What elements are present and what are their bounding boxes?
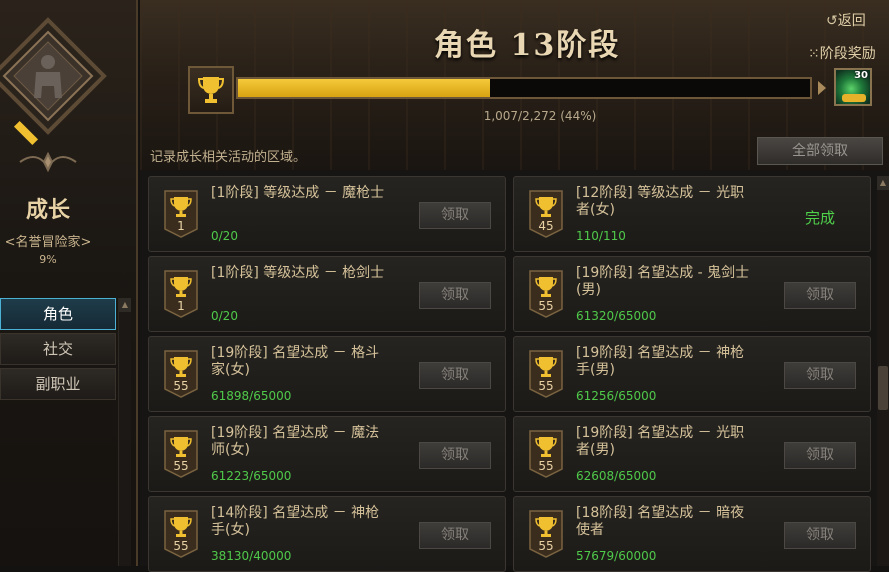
claim-button[interactable]: 领取 [419, 202, 491, 229]
nav-item-character[interactable]: 角色 [0, 298, 116, 330]
task-progress: 61223/65000 [211, 469, 292, 483]
task-card: 55 [19阶段] 名望达成 － 光职者(男) 62608/65000 领取 [513, 416, 871, 492]
stage-reward-label: 阶段奖励 [819, 46, 876, 62]
task-progress: 110/110 [576, 229, 626, 243]
task-level: 1 [177, 219, 185, 233]
task-level-badge: 55 [163, 349, 199, 399]
task-level: 55 [173, 459, 189, 473]
claim-button[interactable]: 领取 [784, 442, 856, 469]
claim-button[interactable]: 领取 [419, 362, 491, 389]
task-card: 55 [19阶段] 名望达成 - 鬼剑士(男) 61320/65000 领取 [513, 256, 871, 332]
wings-ornament-icon [19, 151, 77, 173]
scroll-up-arrow-icon[interactable]: ▲ [119, 298, 131, 312]
task-level-badge: 55 [528, 269, 564, 319]
header: 角色 13阶段 ↺返回 ⁙阶段奖励 30 1,007/2,272 (44%) 记… [140, 0, 889, 170]
task-name: [19阶段] 名望达成 － 魔法师(女) [211, 425, 380, 458]
stage-reward-button[interactable]: ⁙阶段奖励 [808, 43, 876, 63]
task-level: 55 [538, 539, 554, 553]
task-progress: 38130/40000 [211, 549, 292, 563]
task-level-badge: 55 [163, 429, 199, 479]
nav-scrollbar[interactable]: ▲ [118, 298, 131, 566]
claim-button[interactable]: 领取 [419, 442, 491, 469]
task-name: [19阶段] 名望达成 － 神枪手(男) [576, 345, 745, 378]
task-card: 55 [18阶段] 名望达成 － 暗夜使者 57679/60000 领取 [513, 496, 871, 572]
claim-all-button[interactable]: 全部领取 [757, 137, 883, 165]
task-name: [1阶段] 等级达成 － 魔枪士 [211, 185, 385, 201]
task-list: 1 [1阶段] 等级达成 － 魔枪士 0/20 领取 45 [12阶段] 等级达成 － 光… [140, 170, 889, 572]
task-card: 55 [19阶段] 名望达成 － 魔法师(女) 61223/65000 领取 [148, 416, 506, 492]
task-list-scrollbar[interactable]: ▲ [877, 176, 889, 566]
task-name: [14阶段] 名望达成 － 神枪手(女) [211, 505, 380, 538]
task-name: [18阶段] 名望达成 － 暗夜使者 [576, 505, 745, 538]
stage-progress-fill [238, 79, 490, 97]
task-level-badge: 55 [163, 509, 199, 559]
left-panel: 成长 <名誉冒险家> 9% 角色 社交 副职业 ▲ [0, 0, 138, 566]
task-level-badge: 45 [528, 189, 564, 239]
return-arrow-icon: ↺ [826, 13, 838, 29]
gift-icon: ⁙ [808, 46, 820, 62]
nav-item-social[interactable]: 社交 [0, 333, 116, 365]
claim-button[interactable]: 领取 [419, 282, 491, 309]
task-progress: 61256/65000 [576, 389, 657, 403]
task-level: 45 [538, 219, 554, 233]
task-level: 55 [538, 459, 554, 473]
task-complete-status: 完成 [804, 209, 835, 227]
task-level: 55 [173, 379, 189, 393]
task-name: [19阶段] 名望达成 － 光职者(男) [576, 425, 745, 458]
task-progress: 62608/65000 [576, 469, 657, 483]
task-progress: 57679/60000 [576, 549, 657, 563]
task-level: 55 [173, 539, 189, 553]
trophy-icon [197, 77, 225, 103]
claim-button[interactable]: 领取 [419, 522, 491, 549]
back-button[interactable]: ↺返回 [826, 10, 866, 30]
task-level-badge: 55 [528, 349, 564, 399]
nav-item-sub-profession[interactable]: 副职业 [0, 368, 116, 400]
growth-percent: 9% [39, 253, 57, 266]
task-progress: 61320/65000 [576, 309, 657, 323]
task-level: 1 [177, 299, 185, 313]
task-card: 55 [19阶段] 名望达成 － 格斗家(女) 61898/65000 领取 [148, 336, 506, 412]
progress-end-arrow-icon [818, 81, 826, 95]
page-title: 角色 13阶段 [434, 28, 621, 63]
stage-reward-item-icon[interactable]: 30 [834, 68, 872, 106]
scroll-thumb[interactable] [878, 366, 888, 410]
stage-trophy-badge [188, 66, 234, 114]
task-level: 55 [538, 299, 554, 313]
task-level-badge: 1 [163, 189, 199, 239]
claim-button[interactable]: 领取 [784, 362, 856, 389]
growth-emblem [0, 17, 107, 173]
growth-title: 成长 [25, 197, 70, 223]
back-label: 返回 [837, 13, 866, 29]
task-name: [19阶段] 名望达成 － 格斗家(女) [211, 345, 380, 378]
stage-progress-text: 1,007/2,272 (44%) [483, 109, 597, 123]
task-card: 1 [1阶段] 等级达成 － 魔枪士 0/20 领取 [148, 176, 506, 252]
task-level-badge: 55 [528, 429, 564, 479]
growth-window: 成长 <名誉冒险家> 9% 角色 社交 副职业 ▲ 角色 13阶段 ↺返回 ⁙阶… [0, 0, 889, 572]
reward-count: 30 [854, 70, 868, 81]
claim-button[interactable]: 领取 [784, 282, 856, 309]
task-level: 55 [538, 379, 554, 393]
task-level-badge: 55 [528, 509, 564, 559]
task-card: 45 [12阶段] 等级达成 － 光职者(女) 110/110 完成 [513, 176, 871, 252]
task-progress: 0/20 [211, 229, 238, 243]
progress-stripe-icon [13, 120, 39, 146]
category-nav: 角色 社交 副职业 [0, 298, 116, 403]
section-description: 记录成长相关活动的区域。 [150, 150, 307, 165]
task-name: [1阶段] 等级达成 － 枪剑士 [211, 265, 385, 281]
task-progress: 61898/65000 [211, 389, 292, 403]
stage-progress-bar [236, 77, 812, 99]
claim-button[interactable]: 领取 [784, 522, 856, 549]
reward-tag-icon [842, 94, 866, 102]
task-name: [12阶段] 等级达成 － 光职者(女) [576, 185, 745, 218]
task-name: [19阶段] 名望达成 - 鬼剑士(男) [576, 265, 750, 298]
task-card: 55 [19阶段] 名望达成 － 神枪手(男) 61256/65000 领取 [513, 336, 871, 412]
growth-rank-title: <名誉冒险家> [4, 235, 92, 250]
task-level-badge: 1 [163, 269, 199, 319]
scroll-up-arrow-icon[interactable]: ▲ [877, 176, 889, 190]
task-card: 55 [14阶段] 名望达成 － 神枪手(女) 38130/40000 领取 [148, 496, 506, 572]
task-progress: 0/20 [211, 309, 238, 323]
task-card: 1 [1阶段] 等级达成 － 枪剑士 0/20 领取 [148, 256, 506, 332]
